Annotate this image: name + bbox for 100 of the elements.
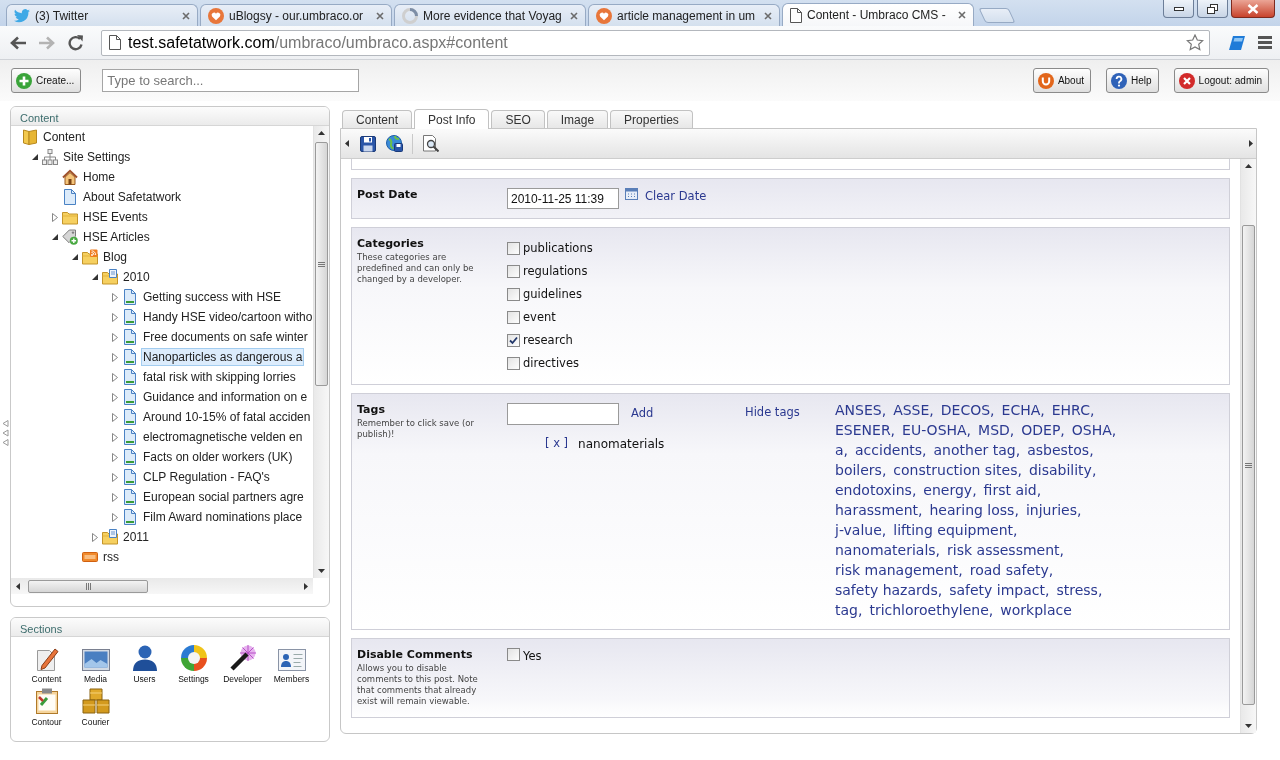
caret-right-icon[interactable] <box>112 452 118 462</box>
search-field[interactable]: Type to search... <box>102 69 360 92</box>
add-link[interactable]: Add <box>631 405 654 423</box>
tree-item[interactable]: 2011 <box>121 528 151 546</box>
back-icon[interactable] <box>10 35 26 50</box>
section-button[interactable]: Developer <box>218 644 267 687</box>
tag-link[interactable]: risk assessment, <box>947 540 1064 560</box>
remove-tag-link[interactable]: [ x ] <box>545 435 569 453</box>
section-button[interactable]: Settings <box>169 644 218 687</box>
caret-right-icon[interactable] <box>112 332 118 342</box>
about-button[interactable]: About <box>1032 68 1092 93</box>
section-button[interactable]: Contour <box>22 687 71 730</box>
caret-right-icon[interactable] <box>112 492 118 502</box>
tree-item[interactable]: HSE Events <box>81 208 150 226</box>
editor-tab[interactable]: Content <box>342 110 413 128</box>
close-icon[interactable] <box>764 11 772 20</box>
tag-link[interactable]: hearing loss, <box>929 500 1019 520</box>
caret-right-icon[interactable] <box>112 312 118 322</box>
checkbox-label[interactable]: event <box>523 308 556 327</box>
tag-link[interactable]: safety hazards, <box>835 580 943 600</box>
checkbox[interactable] <box>507 357 520 370</box>
tag-link[interactable]: construction sites, <box>893 460 1022 480</box>
tree-item[interactable]: rss <box>101 548 121 566</box>
scroll-left-icon[interactable] <box>16 582 20 590</box>
checkbox-label[interactable]: guidelines <box>523 285 582 304</box>
menu-icon[interactable] <box>1258 36 1272 49</box>
tag-link[interactable]: EU-OSHA, <box>902 420 972 440</box>
caret-down-icon[interactable] <box>52 234 58 240</box>
caret-right-icon[interactable] <box>92 532 98 542</box>
tree-item[interactable]: Around 10-15% of fatal acciden <box>141 408 313 426</box>
caret-right-icon[interactable] <box>112 292 118 302</box>
tag-link[interactable]: ODEP, <box>1021 420 1065 440</box>
checkbox[interactable] <box>507 265 520 278</box>
caret-right-icon[interactable] <box>112 512 118 522</box>
logout-button[interactable]: Logout: admin <box>1173 68 1269 93</box>
editor-tab[interactable]: Image <box>546 110 609 128</box>
tag-link[interactable]: endotoxins, <box>835 480 917 500</box>
caret-right-icon[interactable] <box>112 372 118 382</box>
tag-link[interactable]: ESENER, <box>835 420 896 440</box>
checkbox-label[interactable]: research <box>523 331 573 350</box>
browser-tab[interactable]: More evidence that Voyag <box>394 4 586 26</box>
tree-item[interactable]: 2010 <box>121 268 152 286</box>
checkbox[interactable] <box>507 648 520 661</box>
help-button[interactable]: Help <box>1106 68 1159 93</box>
tag-link[interactable]: another tag, <box>933 440 1021 460</box>
tag-link[interactable]: MSD, <box>978 420 1015 440</box>
caret-down-icon[interactable] <box>72 254 78 260</box>
caret-down-icon[interactable] <box>32 154 38 160</box>
hide-tags-link[interactable]: Hide tags <box>745 405 800 419</box>
tag-link[interactable]: risk management, <box>835 560 963 580</box>
tag-input-field[interactable] <box>507 403 619 425</box>
close-icon[interactable] <box>570 11 578 20</box>
create-button[interactable]: Create... <box>11 68 82 93</box>
browser-tab[interactable]: Content - Umbraco CMS - <box>782 3 974 26</box>
close-icon[interactable] <box>376 11 384 20</box>
forward-icon[interactable] <box>39 35 55 50</box>
tag-link[interactable]: injuries, <box>1025 500 1082 520</box>
scrollbar-thumb[interactable] <box>315 142 328 386</box>
tag-link[interactable]: tag, <box>835 600 863 620</box>
calendar-icon[interactable] <box>625 188 638 200</box>
section-button[interactable]: Members <box>267 644 316 687</box>
tag-link[interactable]: workplace <box>1000 600 1072 620</box>
browser-tab[interactable]: article management in um <box>588 4 780 26</box>
checkbox-label[interactable]: publications <box>523 239 593 258</box>
checkbox[interactable] <box>507 334 520 347</box>
tag-link[interactable]: EHRC, <box>1051 400 1095 420</box>
date-field[interactable]: 2010-11-25 11:39 <box>507 188 619 209</box>
scrollbar-thumb[interactable] <box>1242 225 1255 705</box>
editor-tab[interactable]: Properties <box>610 110 693 128</box>
save-icon[interactable] <box>360 135 376 152</box>
tree-item[interactable]: Facts on older workers (UK) <box>141 448 295 466</box>
page-magnifier-icon[interactable] <box>423 135 439 152</box>
scroll-up-icon[interactable] <box>318 131 325 135</box>
tag-link[interactable]: harassment, <box>835 500 923 520</box>
tag-link[interactable]: ANSES, <box>835 400 887 420</box>
tree-item[interactable]: Handy HSE video/cartoon witho <box>141 308 313 326</box>
section-button[interactable]: Users <box>120 644 169 687</box>
editor-tab[interactable]: SEO <box>491 110 545 128</box>
tag-link[interactable]: asbestos, <box>1027 440 1094 460</box>
close-button[interactable] <box>1231 0 1275 18</box>
caret-right-icon[interactable] <box>112 352 118 362</box>
section-button[interactable]: Courier <box>71 687 120 730</box>
tree-item[interactable]: CLP Regulation - FAQ's <box>141 468 272 486</box>
tag-link[interactable]: a, <box>835 440 849 460</box>
caret-down-icon[interactable] <box>92 274 98 280</box>
section-button[interactable]: Media <box>71 644 120 687</box>
checkbox[interactable] <box>507 311 520 324</box>
checkbox-label[interactable]: Yes <box>523 648 542 666</box>
tree-item[interactable]: Free documents on safe winter <box>141 328 310 346</box>
tag-link[interactable]: ASSE, <box>893 400 934 420</box>
tree-item[interactable]: fatal risk with skipping lorries <box>141 368 298 386</box>
clear-date-link[interactable]: Clear Date <box>645 188 707 206</box>
tag-link[interactable]: lifting equipment, <box>893 520 1018 540</box>
tag-link[interactable]: j-value, <box>835 520 887 540</box>
tree-item[interactable]: Content <box>41 128 88 146</box>
star-icon[interactable] <box>1186 34 1204 51</box>
tree-item[interactable]: HSE Articles <box>81 228 152 246</box>
tree-item[interactable]: Guidance and information on e <box>141 388 310 406</box>
reload-icon[interactable] <box>68 34 84 51</box>
tag-link[interactable]: road safety, <box>969 560 1054 580</box>
